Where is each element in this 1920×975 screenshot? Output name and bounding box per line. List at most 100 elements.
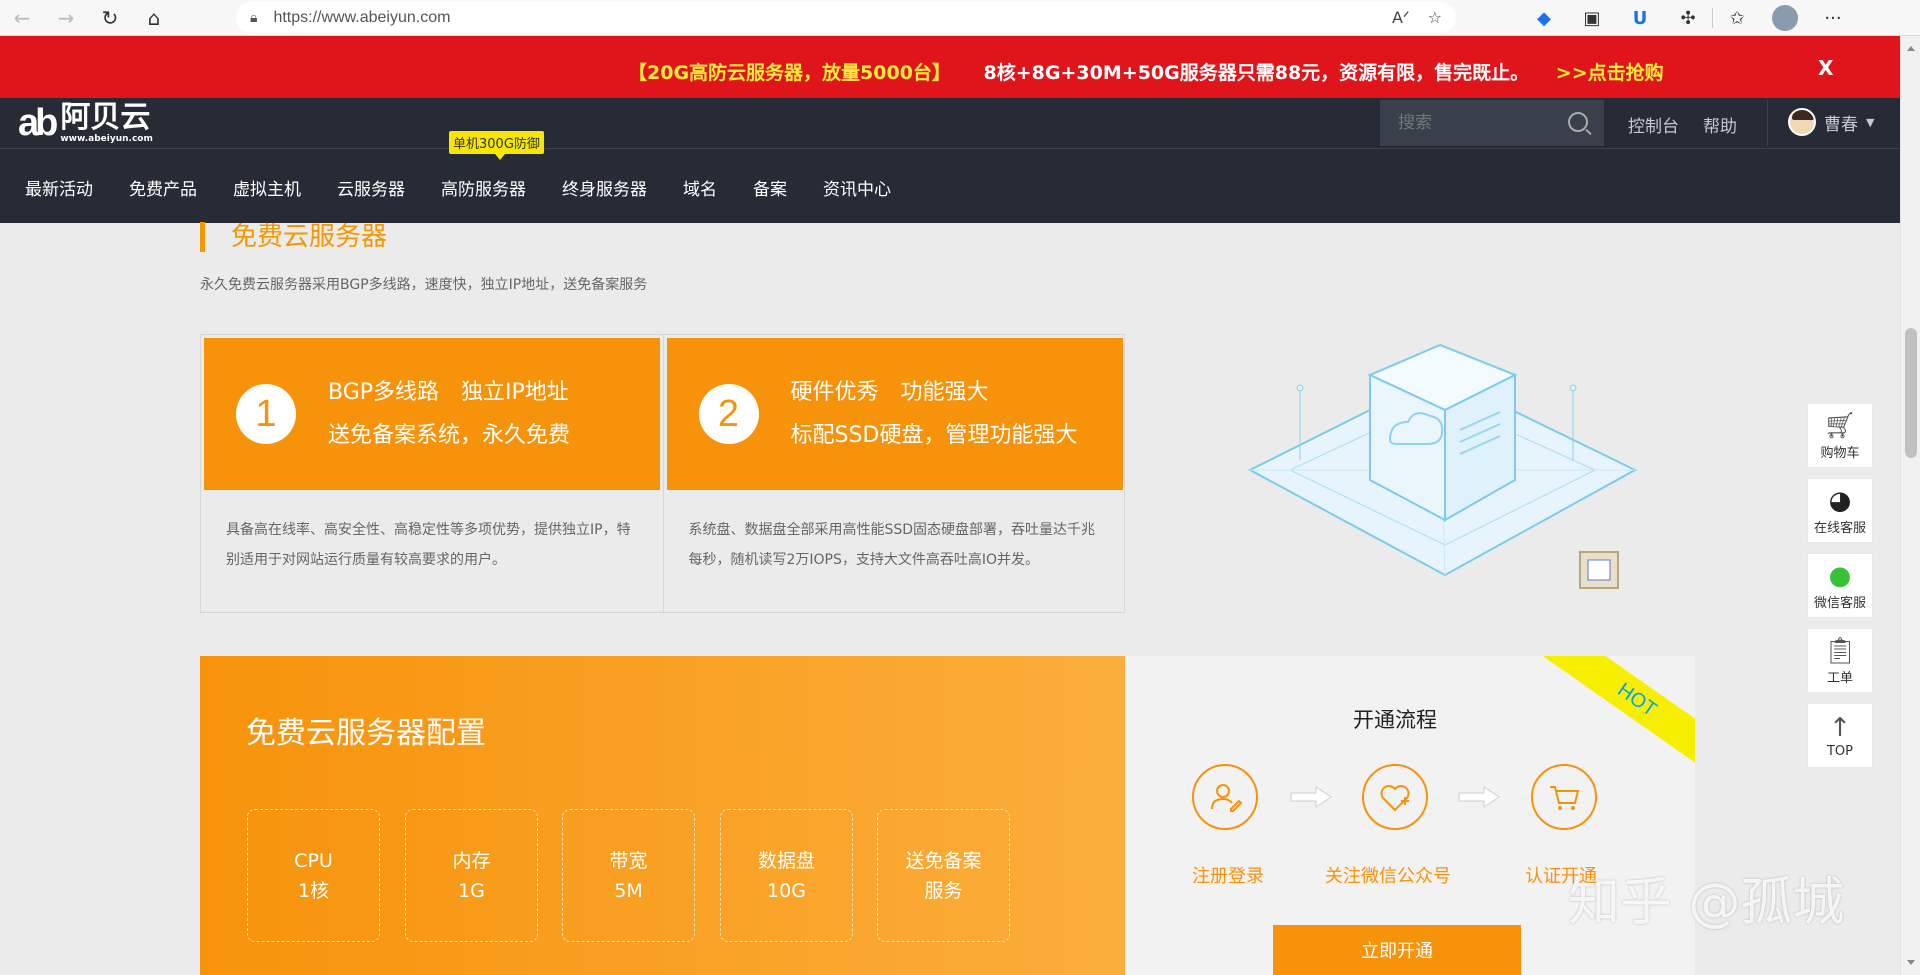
tool-label: 在线客服 [1813,521,1866,536]
extensions-icon[interactable]: ✣ [1664,0,1712,36]
spec-card-icp: 送免备案 服务 [877,809,1010,942]
flow-title: 开通流程 [1353,708,1437,732]
nav-tag-badge: 单机300G防御 [449,131,544,160]
extension-app-icon[interactable]: ▣ [1568,0,1616,36]
feature-desc: 系统盘、数据盘全部采用高性能SSD固态硬盘部署，吞吐量达千兆每秒，随机读写2万I… [688,522,1096,568]
spec-value: 服务 [924,879,963,902]
server-illustration [1247,343,1638,589]
arrow-right-icon [1458,786,1500,808]
feature-line: 硬件优秀 功能强大 [790,380,989,405]
section-title: 免费云服务器 [200,222,387,252]
feature-card: 1 BGP多线路 独立IP地址 送免备案系统，永久免费 具备高在线率、高安全性、… [201,335,663,612]
site-search[interactable] [1380,100,1604,146]
search-input[interactable] [1398,113,1558,133]
arrow-right-icon [1290,786,1332,808]
tool-label: 购物车 [1820,446,1860,461]
spec-label: 数据盘 [757,849,815,872]
float-toolbar: 🛒︎ 购物车 ◕ 在线客服 ● 微信客服 📋︎ 工单 ↑ TOP [1807,403,1873,778]
scrollbar[interactable] [1900,36,1920,975]
more-icon[interactable]: ··· [1809,0,1857,36]
spec-card-cpu: CPU 1核 [247,809,380,942]
nav-item-lifetime[interactable]: 终身服务器 [544,170,665,210]
watermark-text: 知乎 @孤城 [1568,873,1845,933]
nav-item-vhost[interactable]: 虚拟主机 [215,170,319,210]
search-icon[interactable] [1568,112,1588,132]
user-menu[interactable]: 曹春 ▼ [1788,108,1874,136]
logo[interactable]: ab 阿贝云 www.abeiyun.com [18,98,153,148]
promo-main-text: 8核+8G+30M+50G服务器只需88元，资源有限，售完既止。 [983,62,1530,84]
extension-u-icon[interactable]: U [1616,0,1664,36]
feature-number: 2 [698,384,759,444]
nav-item-news[interactable]: 资讯中心 [805,170,909,210]
browser-toolbar: ← → ↻ ⌂ 🔒︎ https://www.abeiyun.com Aᐟ ☆ … [0,0,1920,36]
logo-cloud-icon: ab [18,101,58,144]
arrow-up-icon: ↑ [1829,713,1851,743]
logo-url: www.abeiyun.com [60,134,153,144]
promo-close-button[interactable]: X [1818,56,1833,80]
heart-plus-icon [1362,764,1428,830]
scroll-up-icon[interactable] [1907,46,1915,51]
console-link[interactable]: 控制台 [1628,112,1679,137]
ticket-button[interactable]: 📋︎ 工单 [1807,628,1873,693]
tool-label: 微信客服 [1813,596,1866,611]
spec-label: 带宽 [609,849,648,872]
wechat-support-button[interactable]: ● 微信客服 [1807,553,1873,618]
address-bar[interactable]: 🔒︎ https://www.abeiyun.com Aᐟ ☆ [236,2,1456,33]
promo-cta-link[interactable]: >>点击抢购 [1556,62,1664,84]
user-name[interactable]: 曹春 [1824,110,1858,135]
home-icon[interactable]: ⌂ [132,0,176,36]
back-to-top-button[interactable]: ↑ TOP [1807,703,1873,768]
favorites-icon[interactable]: ✩ [1713,0,1761,36]
cart-tool-button[interactable]: 🛒︎ 购物车 [1807,403,1873,468]
feature-card: 2 硬件优秀 功能强大 标配SSD硬盘，管理功能强大 系统盘、数据盘全部采用高性… [662,335,1125,612]
main-nav: 最新活动 免费产品 虚拟主机 云服务器 高防服务器 终身服务器 域名 备案 资讯… [0,170,909,210]
wechat-icon: ● [1828,561,1852,591]
chevron-down-icon[interactable]: ▼ [1866,116,1874,129]
url-text[interactable]: https://www.abeiyun.com [273,9,450,27]
promo-banner[interactable]: 【20G高防云服务器，放量5000台】 8核+8G+30M+50G服务器只需88… [0,36,1900,98]
nav-item-icp[interactable]: 备案 [735,170,805,210]
logo-name: 阿贝云 [60,100,151,135]
nav-item-domain[interactable]: 域名 [665,170,735,210]
config-title: 免费云服务器配置 [246,716,486,751]
tool-label: 工单 [1826,671,1853,686]
qq-icon: ◕ [1828,486,1852,516]
user-edit-icon [1192,764,1258,830]
feature-number: 1 [236,384,296,444]
scrollbar-thumb[interactable] [1905,328,1917,458]
spec-label: CPU [294,849,333,872]
scroll-down-icon[interactable] [1907,960,1915,965]
tool-label: TOP [1826,744,1853,759]
profile-icon[interactable] [1761,0,1809,36]
nav-item-cloud[interactable]: 云服务器 [319,170,423,210]
spec-label: 内存 [452,849,491,872]
spec-value: 1G [458,879,485,902]
feature-desc: 具备高在线率、高安全性、高稳定性等多项优势，提供独立IP，特别适用于对网站运行质… [226,522,631,568]
back-icon[interactable]: ← [0,0,44,36]
shopping-cart-icon: 🛒︎ [1823,411,1857,441]
promo-highlight: 【20G高防云服务器，放量5000台】 [628,62,951,84]
nav-item-latest[interactable]: 最新活动 [0,170,111,210]
nav-item-ddos[interactable]: 高防服务器 [423,170,544,210]
config-panel: 免费云服务器配置 CPU 1核 内存 1G 带宽 5M 数据盘 10G 送免备案… [200,656,1125,975]
section-subtitle: 永久免费云服务器采用BGP多线路，速度快，独立IP地址，送免备案服务 [200,277,648,293]
add-favorite-icon[interactable]: ☆ [1428,8,1442,27]
spec-card-disk: 数据盘 10G [720,809,853,942]
refresh-icon[interactable]: ↻ [88,0,132,36]
read-aloud-icon[interactable]: Aᐟ [1392,8,1410,27]
header-divider [0,148,1900,149]
nav-item-free[interactable]: 免费产品 [111,170,215,210]
user-divider [1767,100,1768,146]
site-header: ab 阿贝云 www.abeiyun.com 控制台 帮助 曹春 ▼ 最新活动 … [0,98,1900,223]
lock-icon[interactable]: 🔒︎ [250,10,257,26]
help-link[interactable]: 帮助 [1703,112,1737,137]
feature-cards: 1 BGP多线路 独立IP地址 送免备案系统，永久免费 具备高在线率、高安全性、… [200,334,1125,613]
spec-value: 1核 [297,879,330,902]
avatar[interactable] [1788,108,1816,136]
clipboard-icon: 📋︎ [1823,636,1857,666]
activate-now-button[interactable]: 立即开通 [1273,925,1521,975]
feature-line: 送免备案系统，永久免费 [328,423,571,448]
qq-support-button[interactable]: ◕ 在线客服 [1807,478,1873,543]
extension-bird-icon[interactable]: ◆ [1520,0,1568,36]
forward-icon[interactable]: → [44,0,88,36]
